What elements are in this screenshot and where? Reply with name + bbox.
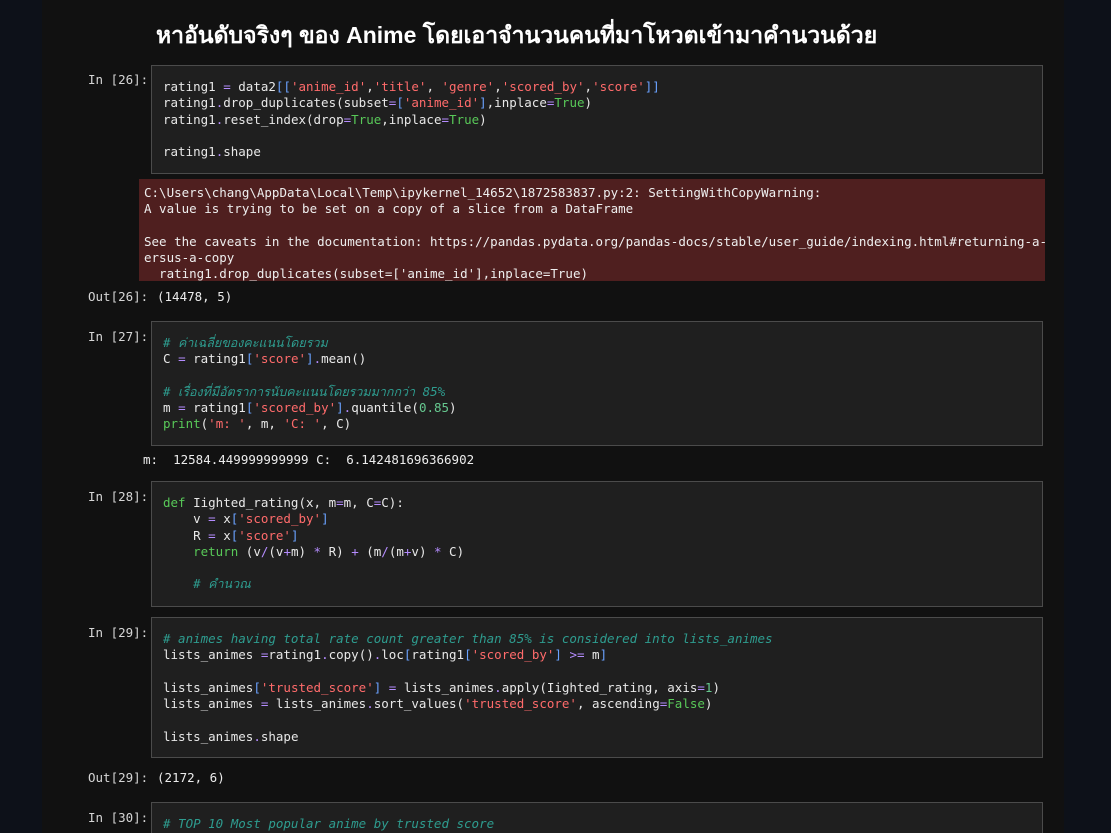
warning-line: A value is trying to be set on a copy of… — [144, 201, 634, 217]
code-line: rating1.shape — [163, 144, 261, 160]
in-prompt-30: In [30]: — [88, 810, 149, 825]
code-line: m = rating1['scored_by'].quantile(0.85) — [163, 400, 457, 416]
code-line: v = x['scored_by'] — [163, 511, 329, 527]
out-prompt-26: Out[26]: — [88, 289, 149, 304]
cell-output-27: m: 12584.449999999999 C: 6.1424816963669… — [143, 452, 475, 467]
code-line: rating1.reset_index(drop=True,inplace=Tr… — [163, 111, 487, 127]
code-comment: # TOP 10 Most popular anime by trusted s… — [163, 816, 495, 831]
code-line: rating1 = data2[['anime_id','title', 'ge… — [163, 79, 660, 94]
in-prompt-29: In [29]: — [88, 625, 149, 640]
code-comment: # animes having total rate count greater… — [163, 631, 773, 646]
cell-output-26: (14478, 5) — [157, 289, 233, 304]
code-line: lists_animes = lists_animes.sort_values(… — [163, 696, 713, 712]
code-cell-27[interactable]: # ค่าเฉลี่ยของคะแนนโดยรวม C = rating1['s… — [151, 321, 1043, 446]
out-prompt-29: Out[29]: — [88, 770, 149, 785]
code-cell-30[interactable]: # TOP 10 Most popular anime by trusted s… — [151, 802, 1043, 833]
code-line: C = rating1['score'].mean() — [163, 351, 367, 367]
warning-line: See the caveats in the documentation: ht… — [144, 233, 1045, 249]
warning-line: ersus-a-copy — [144, 250, 235, 266]
code-line: return (v/(v+m) * R) + (m/(m+v) * C) — [193, 543, 465, 559]
code-cell-28[interactable]: def Iighted_rating(x, m=m, C=C): v = x['… — [151, 481, 1043, 607]
warning-line: rating1.drop_duplicates(subset=['anime_i… — [144, 266, 589, 281]
code-comment: # ค่าเฉลี่ยของคะแนนโดยรวม — [163, 335, 328, 350]
code-line: rating1.drop_duplicates(subset=['anime_i… — [163, 95, 593, 111]
code-line: R = x['score'] — [163, 527, 299, 543]
code-line: lists_animes.shape — [163, 728, 299, 744]
code-line: print('m: ', m, 'C: ', C) — [163, 416, 352, 432]
code-cell-26[interactable]: rating1 = data2[['anime_id','title', 'ge… — [151, 65, 1043, 174]
in-prompt-26: In [26]: — [88, 72, 149, 87]
in-prompt-28: In [28]: — [88, 489, 149, 504]
left-gutter — [0, 0, 42, 833]
code-line: def Iighted_rating(x, m=m, C=C): — [163, 495, 404, 510]
code-line: lists_animes['trusted_score'] = lists_an… — [163, 679, 720, 695]
warning-line: C:\Users\chang\AppData\Local\Temp\ipyker… — [144, 185, 822, 200]
code-line: lists_animes =rating1.copy().loc[rating1… — [163, 647, 608, 663]
code-cell-29[interactable]: # animes having total rate count greater… — [151, 617, 1043, 758]
right-gutter — [1064, 0, 1111, 833]
code-comment: # เรื่องที่มีอัตราการนับคะแนนโดยรวมมากกว… — [163, 383, 446, 399]
warning-line — [144, 218, 1045, 234]
in-prompt-27: In [27]: — [88, 329, 149, 344]
markdown-heading: หาอันดับจริงๆ ของ Anime โดยเอาจำนวนคนที่… — [156, 22, 878, 48]
cell-output-29: (2172, 6) — [157, 770, 225, 785]
code-comment: # คำนวณ — [163, 576, 251, 592]
notebook: หาอันดับจริงๆ ของ Anime โดยเอาจำนวนคนที่… — [42, 0, 1064, 833]
stderr-warning-output: C:\Users\chang\AppData\Local\Temp\ipyker… — [139, 179, 1045, 281]
